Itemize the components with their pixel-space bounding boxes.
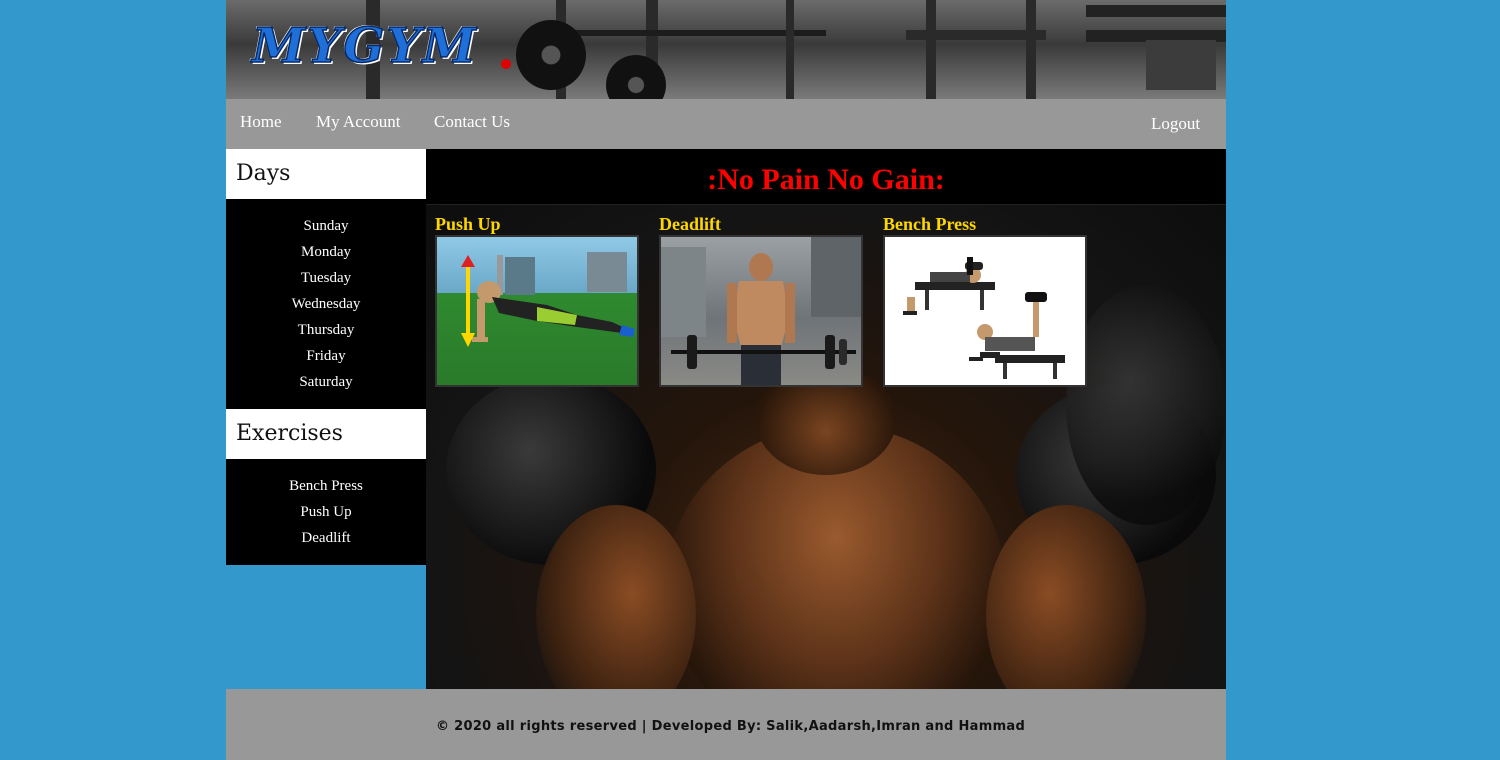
exercise-link-push-up[interactable]: Push Up	[226, 499, 426, 525]
day-link-saturday[interactable]: Saturday	[226, 369, 426, 395]
main-content: :No Pain No Gain: Push Up Deadlift Bench…	[426, 149, 1226, 689]
day-link-tuesday[interactable]: Tuesday	[226, 265, 426, 291]
days-list: Sunday Monday Tuesday Wednesday Thursday…	[226, 199, 426, 409]
motto-bar: :No Pain No Gain:	[426, 149, 1226, 205]
card-title[interactable]: Push Up	[435, 213, 639, 235]
exercise-card-deadlift: Deadlift	[659, 213, 863, 387]
exercises-list: Bench Press Push Up Deadlift	[226, 459, 426, 565]
exercise-card-bench-press: Bench Press	[883, 213, 1087, 387]
exercise-card-push-up: Push Up	[435, 213, 639, 387]
push-up-figure	[461, 252, 635, 347]
bench-press-figure	[903, 257, 1065, 379]
footer: © 2020 all rights reserved | Developed B…	[226, 689, 1226, 760]
header-banner: MYGYM	[226, 0, 1226, 99]
site-logo[interactable]: MYGYM	[251, 21, 478, 71]
logout-link[interactable]: Logout	[1151, 114, 1200, 134]
day-link-monday[interactable]: Monday	[226, 239, 426, 265]
motto-heading: :No Pain No Gain:	[707, 163, 945, 196]
day-link-wednesday[interactable]: Wednesday	[226, 291, 426, 317]
day-link-friday[interactable]: Friday	[226, 343, 426, 369]
deadlift-image[interactable]	[659, 235, 863, 387]
nav-contact-us-link[interactable]: Contact Us	[434, 112, 510, 132]
footer-copyright: © 2020 all rights reserved | Developed B…	[436, 719, 1026, 734]
card-title[interactable]: Bench Press	[883, 213, 1087, 235]
day-link-thursday[interactable]: Thursday	[226, 317, 426, 343]
exercise-link-deadlift[interactable]: Deadlift	[226, 525, 426, 551]
exercise-link-bench-press[interactable]: Bench Press	[226, 473, 426, 499]
top-nav: Home My Account Contact Us Logout	[226, 99, 1226, 149]
nav-home-link[interactable]: Home	[240, 112, 282, 132]
exercises-heading: Exercises	[226, 409, 426, 459]
weight-plate-graphic	[516, 20, 586, 90]
logo-dot	[501, 59, 511, 69]
bench-press-image[interactable]	[883, 235, 1087, 387]
deadlift-figure	[661, 237, 861, 385]
day-link-sunday[interactable]: Sunday	[226, 213, 426, 239]
push-up-image[interactable]	[435, 235, 639, 387]
sidebar: Days Sunday Monday Tuesday Wednesday Thu…	[226, 149, 426, 565]
page-container: MYGYM Home My Account Contact Us Logout …	[226, 0, 1226, 760]
days-heading: Days	[226, 149, 426, 199]
card-title[interactable]: Deadlift	[659, 213, 863, 235]
nav-my-account-link[interactable]: My Account	[316, 112, 401, 132]
